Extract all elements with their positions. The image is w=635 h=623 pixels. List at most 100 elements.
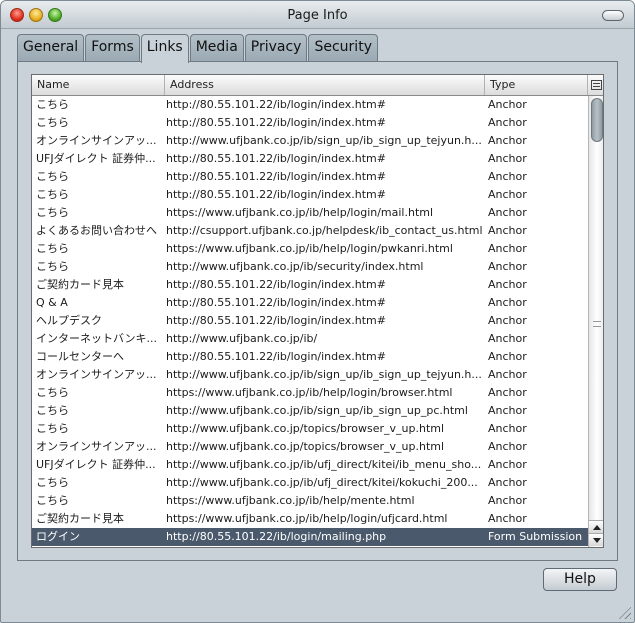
cell-address: http://80.55.101.22/ib/login/index.htm# bbox=[166, 152, 386, 165]
cell-address: http://www.ufjbank.co.jp/topics/browser_… bbox=[166, 422, 445, 435]
cell-address: http://www.ufjbank.co.jp/ib/ bbox=[166, 332, 318, 345]
tab-forms[interactable]: Forms bbox=[85, 34, 140, 61]
table-row[interactable]: こちら https://www.ufjbank.co.jp/ib/help/men… bbox=[32, 492, 588, 510]
table-body: こちら http://80.55.101.22/ib/login/index.ht… bbox=[32, 96, 588, 546]
cell-type: Anchor bbox=[488, 116, 527, 129]
cell-type: Anchor bbox=[488, 386, 527, 399]
cell-type: Anchor bbox=[488, 206, 527, 219]
cell-address: http://80.55.101.22/ib/login/index.htm# bbox=[166, 278, 386, 291]
cell-name: こちら bbox=[36, 242, 69, 255]
cell-name: ヘルプデスク bbox=[36, 314, 102, 327]
cell-type: Anchor bbox=[488, 422, 527, 435]
vertical-scrollbar[interactable] bbox=[588, 96, 603, 547]
table-row[interactable]: こちら http://www.ufjbank.co.jp/topics/brows… bbox=[32, 420, 588, 438]
cell-address: http://csupport.ufjbank.co.jp/helpdesk/i… bbox=[166, 224, 483, 237]
tab-security[interactable]: Security bbox=[308, 34, 378, 61]
window-title: Page Info bbox=[287, 8, 348, 23]
cell-name: こちら bbox=[36, 386, 69, 399]
table-row[interactable]: こちら http://80.55.101.22/ib/login/index.ht… bbox=[32, 114, 588, 132]
scrollbar-thumb[interactable] bbox=[591, 98, 603, 142]
cell-address: http://80.55.101.22/ib/login/index.htm# bbox=[166, 98, 386, 111]
table-row[interactable]: こちら http://www.ufjbank.co.jp/ib/security/… bbox=[32, 258, 588, 276]
cell-type: Anchor bbox=[488, 350, 527, 363]
tab-privacy[interactable]: Privacy bbox=[244, 34, 308, 61]
column-picker-icon[interactable] bbox=[588, 75, 603, 95]
links-table: Name Address Type こちら http://80.55.101.22… bbox=[31, 74, 604, 548]
column-header-name[interactable]: Name bbox=[32, 75, 165, 95]
toolbar-toggle-button[interactable] bbox=[602, 10, 624, 21]
cell-name: Q & A bbox=[36, 296, 68, 309]
table-row[interactable]: こちら https://www.ufjbank.co.jp/ib/help/log… bbox=[32, 384, 588, 402]
table-row[interactable]: Q & A http://80.55.101.22/ib/login/index.… bbox=[32, 294, 588, 312]
cell-name: こちら bbox=[36, 116, 69, 129]
cell-type: Anchor bbox=[488, 458, 527, 471]
cell-name: こちら bbox=[36, 404, 69, 417]
cell-address: http://80.55.101.22/ib/login/index.htm# bbox=[166, 116, 386, 129]
table-row[interactable]: コールセンターへ http://80.55.101.22/ib/login/ind… bbox=[32, 348, 588, 366]
cell-address: http://80.55.101.22/ib/login/mailing.php bbox=[166, 530, 387, 543]
tab-media[interactable]: Media bbox=[189, 34, 244, 61]
resize-grip-icon[interactable] bbox=[617, 605, 631, 619]
cell-type: Anchor bbox=[488, 188, 527, 201]
table-row[interactable]: ログイン http://80.55.101.22/ib/login/mailing… bbox=[32, 528, 588, 546]
table-row[interactable]: よくあるお問い合わせへ http://csupport.ufjbank.co.jp… bbox=[32, 222, 588, 240]
cell-address: http://www.ufjbank.co.jp/ib/sign_up/ib_s… bbox=[166, 404, 468, 417]
table-row[interactable]: こちら http://80.55.101.22/ib/login/index.ht… bbox=[32, 186, 588, 204]
cell-type: Anchor bbox=[488, 512, 527, 525]
cell-name: よくあるお問い合わせへ bbox=[36, 224, 157, 237]
cell-name: こちら bbox=[36, 494, 69, 507]
cell-type: Anchor bbox=[488, 152, 527, 165]
scroll-down-arrow-icon[interactable] bbox=[589, 533, 603, 546]
table-row[interactable]: こちら http://www.ufjbank.co.jp/ib/ufj_direc… bbox=[32, 474, 588, 492]
table-row[interactable]: オンラインサインアッ... http://www.ufjbank.co.jp/ib… bbox=[32, 366, 588, 384]
cell-name: ログイン bbox=[36, 530, 80, 543]
cell-address: http://80.55.101.22/ib/login/index.htm# bbox=[166, 170, 386, 183]
cell-address: http://www.ufjbank.co.jp/ib/ufj_direct/k… bbox=[166, 476, 478, 489]
column-header-type[interactable]: Type bbox=[485, 75, 588, 95]
cell-name: オンラインサインアッ... bbox=[36, 440, 157, 453]
table-row[interactable]: こちら http://80.55.101.22/ib/login/index.ht… bbox=[32, 168, 588, 186]
cell-name: インターネットバンキ... bbox=[36, 332, 158, 345]
cell-type: Anchor bbox=[488, 224, 527, 237]
table-header: Name Address Type bbox=[32, 75, 603, 96]
table-row[interactable]: インターネットバンキ... http://www.ufjbank.co.jp/ib… bbox=[32, 330, 588, 348]
column-header-address[interactable]: Address bbox=[165, 75, 485, 95]
cell-address: http://80.55.101.22/ib/login/index.htm# bbox=[166, 314, 386, 327]
tab-links[interactable]: Links bbox=[140, 34, 189, 63]
table-row[interactable]: こちら https://www.ufjbank.co.jp/ib/help/log… bbox=[32, 204, 588, 222]
table-row[interactable]: ご契約カード見本 http://80.55.101.22/ib/login/ind… bbox=[32, 276, 588, 294]
cell-name: コールセンターへ bbox=[36, 350, 124, 363]
title-bar[interactable]: Page Info bbox=[1, 1, 634, 29]
cell-address: https://www.ufjbank.co.jp/ib/help/login/… bbox=[166, 206, 434, 219]
table-row[interactable]: こちら http://www.ufjbank.co.jp/ib/sign_up/i… bbox=[32, 402, 588, 420]
cell-type: Anchor bbox=[488, 278, 527, 291]
cell-name: ご契約カード見本 bbox=[36, 278, 124, 291]
cell-address: http://www.ufjbank.co.jp/ib/security/ind… bbox=[166, 260, 424, 273]
cell-name: こちら bbox=[36, 206, 69, 219]
table-row[interactable]: UFJダイレクト 証券仲... http://80.55.101.22/ib/lo… bbox=[32, 150, 588, 168]
table-row[interactable]: こちら https://www.ufjbank.co.jp/ib/help/log… bbox=[32, 240, 588, 258]
scroll-up-arrow-icon[interactable] bbox=[589, 520, 603, 533]
tab-general[interactable]: General bbox=[17, 34, 85, 61]
table-row[interactable]: こちら http://80.55.101.22/ib/login/index.ht… bbox=[32, 96, 588, 114]
cell-type: Form Submission bbox=[488, 530, 583, 543]
table-row[interactable]: ヘルプデスク http://80.55.101.22/ib/login/index… bbox=[32, 312, 588, 330]
cell-name: こちら bbox=[36, 98, 69, 111]
cell-address: http://80.55.101.22/ib/login/index.htm# bbox=[166, 350, 386, 363]
cell-type: Anchor bbox=[488, 404, 527, 417]
cell-address: http://www.ufjbank.co.jp/topics/browser_… bbox=[166, 440, 445, 453]
table-row[interactable]: UFJダイレクト 証券仲... http://www.ufjbank.co.jp/… bbox=[32, 456, 588, 474]
cell-type: Anchor bbox=[488, 494, 527, 507]
table-row[interactable]: オンラインサインアッ... http://www.ufjbank.co.jp/to… bbox=[32, 438, 588, 456]
cell-name: UFJダイレクト 証券仲... bbox=[36, 458, 156, 471]
cell-address: https://www.ufjbank.co.jp/ib/help/login/… bbox=[166, 512, 448, 525]
table-row[interactable]: オンラインサインアッ... http://www.ufjbank.co.jp/ib… bbox=[32, 132, 588, 150]
cell-address: http://www.ufjbank.co.jp/ib/sign_up/ib_s… bbox=[166, 368, 482, 381]
table-row[interactable]: ご契約カード見本 https://www.ufjbank.co.jp/ib/hel… bbox=[32, 510, 588, 528]
cell-name: こちら bbox=[36, 476, 69, 489]
cell-type: Anchor bbox=[488, 332, 527, 345]
help-button[interactable]: Help bbox=[543, 568, 617, 591]
cell-name: オンラインサインアッ... bbox=[36, 368, 157, 381]
scrollbar-grip-icon bbox=[593, 321, 601, 327]
cell-address: https://www.ufjbank.co.jp/ib/help/login/… bbox=[166, 386, 453, 399]
